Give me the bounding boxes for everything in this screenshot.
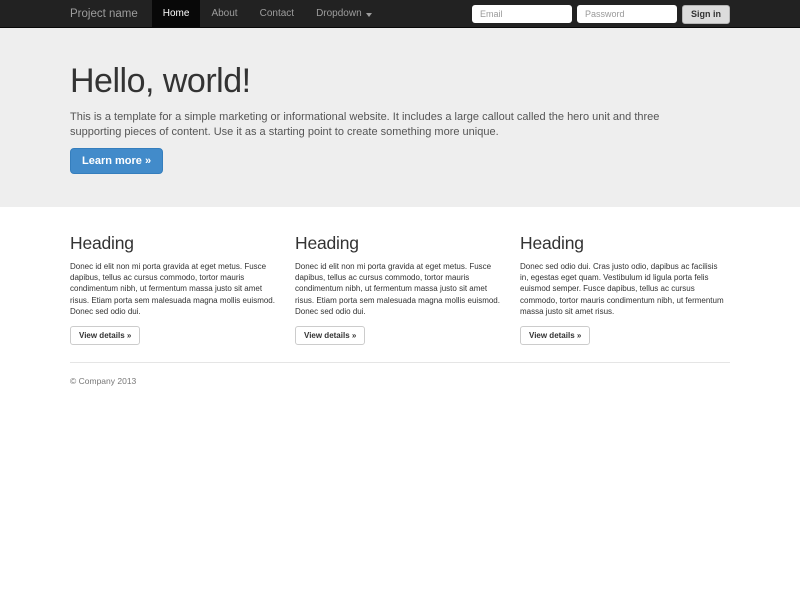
hero-section: Hello, world! This is a template for a s… [0,28,800,207]
nav-item-label: Contact [260,0,294,28]
nav-item-home[interactable]: Home [152,0,201,28]
email-field[interactable] [472,5,572,23]
copyright-text: © Company 2013 [70,376,730,386]
hero-title: Hello, world! [70,62,730,100]
marketing-columns: Heading Donec id elit non mi porta gravi… [70,233,730,386]
password-field[interactable] [577,5,677,23]
column-text: Donec id elit non mi porta gravida at eg… [70,261,275,317]
nav-item-label: Dropdown [316,0,362,28]
nav-item-label: About [211,0,237,28]
marketing-column-2: Heading Donec id elit non mi porta gravi… [295,233,500,345]
brand-link[interactable]: Project name [70,0,138,28]
marketing-column-3: Heading Donec sed odio dui. Cras justo o… [520,233,725,345]
column-text: Donec id elit non mi porta gravida at eg… [295,261,500,317]
signin-button[interactable]: Sign in [682,5,730,24]
footer: © Company 2013 [70,376,730,386]
signin-form: Sign in [472,0,730,28]
view-details-button-1[interactable]: View details » [70,326,140,345]
caret-down-icon [366,13,372,17]
view-details-button-2[interactable]: View details » [295,326,365,345]
column-text: Donec sed odio dui. Cras justo odio, dap… [520,261,725,317]
nav-item-label: Home [163,0,190,28]
hero-description: This is a template for a simple marketin… [70,110,710,140]
nav-item-contact[interactable]: Contact [249,0,305,28]
column-heading: Heading [70,233,275,254]
marketing-column-1: Heading Donec id elit non mi porta gravi… [70,233,275,345]
learn-more-button[interactable]: Learn more » [70,148,163,174]
nav-menu: Home About Contact Dropdown [152,0,383,28]
nav-item-about[interactable]: About [200,0,248,28]
navbar: Project name Home About Contact Dropdown… [0,0,800,28]
column-heading: Heading [295,233,500,254]
view-details-button-3[interactable]: View details » [520,326,590,345]
footer-divider [70,362,730,363]
nav-item-dropdown[interactable]: Dropdown [305,0,383,28]
column-heading: Heading [520,233,725,254]
